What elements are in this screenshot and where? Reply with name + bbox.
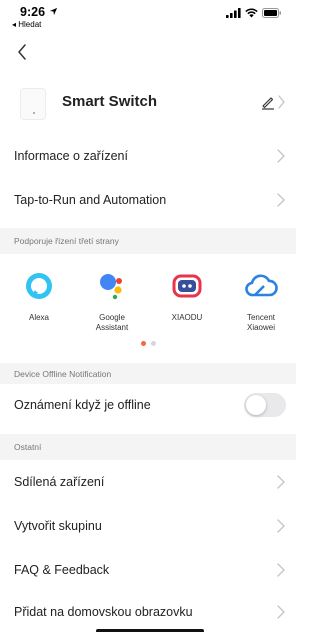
cellular-signal-icon: [226, 8, 241, 18]
section-title: Ostatní: [14, 442, 42, 452]
wifi-icon: [245, 8, 258, 18]
status-bar: 9:26 ◂ Hledat: [0, 0, 296, 34]
assistant-label: Google Assistant: [95, 313, 129, 332]
assistant-xiaodu[interactable]: XIAODU: [152, 269, 222, 323]
chevron-right-icon: [277, 193, 285, 207]
chevron-right-icon: [277, 563, 285, 577]
tencent-xiaowei-icon: [244, 269, 278, 303]
assistant-tencent[interactable]: Tencent Xiaowei: [226, 269, 296, 333]
automation-label: Tap-to-Run and Automation: [14, 193, 167, 207]
location-arrow-icon: [49, 7, 58, 16]
offline-notification-label: Oznámení když je offline: [14, 398, 151, 412]
pager-dot: [151, 341, 156, 346]
assistant-label: Tencent Xiaowei: [246, 313, 276, 332]
alexa-icon: [22, 269, 56, 303]
device-name: Smart Switch: [62, 93, 158, 110]
chevron-right-icon: [277, 519, 285, 533]
section-title: Podporuje řízení třetí strany: [14, 236, 119, 246]
google-assistant-icon: [95, 269, 129, 303]
automation-row[interactable]: Tap-to-Run and Automation: [0, 178, 296, 222]
back-button[interactable]: [10, 40, 34, 64]
create-group-label: Vytvořit skupinu: [14, 519, 102, 533]
section-title: Device Offline Notification: [14, 368, 112, 379]
assistant-google[interactable]: Google Assistant: [77, 269, 147, 333]
assistant-alexa[interactable]: Alexa: [4, 269, 74, 323]
device-thumbnail: [20, 88, 46, 120]
section-header-third-party: Podporuje řízení třetí strany: [0, 228, 296, 254]
status-time: 9:26: [20, 5, 46, 19]
device-info-row[interactable]: Informace o zařízení: [0, 134, 296, 178]
chevron-left-icon: [18, 44, 26, 60]
battery-icon: [262, 8, 281, 18]
offline-notification-toggle[interactable]: [244, 393, 286, 417]
device-header[interactable]: Smart Switch: [0, 80, 296, 134]
faq-feedback-label: FAQ & Feedback: [14, 563, 110, 577]
status-icons: [226, 8, 282, 18]
xiaodu-icon: [170, 269, 204, 303]
create-group-row[interactable]: Vytvořit skupinu: [0, 504, 296, 548]
assistant-label: XIAODU: [171, 313, 203, 322]
assistant-carousel[interactable]: Alexa Google Assistant XIAODU Tencent Xi…: [0, 259, 296, 363]
edit-pencil-icon[interactable]: [260, 94, 276, 110]
assistant-label: Alexa: [28, 313, 49, 322]
chevron-right-icon: [277, 605, 285, 619]
chevron-right-icon: [277, 475, 285, 489]
pager-dot-active: [141, 341, 146, 346]
add-to-home-row[interactable]: Přidat na domovskou obrazovku: [0, 592, 296, 632]
back-to-app-link[interactable]: ◂ Hledat: [12, 20, 41, 29]
shared-devices-row[interactable]: Sdílená zařízení: [0, 460, 296, 504]
shared-devices-label: Sdílená zařízení: [14, 475, 105, 489]
device-info-label: Informace o zařízení: [14, 149, 128, 163]
section-header-offline: Device Offline Notification: [0, 363, 296, 384]
add-to-home-label: Přidat na domovskou obrazovku: [14, 605, 193, 619]
section-header-other: Ostatní: [0, 434, 296, 460]
chevron-right-icon: [278, 95, 285, 109]
faq-feedback-row[interactable]: FAQ & Feedback: [0, 548, 296, 592]
chevron-right-icon: [277, 149, 285, 163]
toggle-knob: [246, 395, 266, 415]
offline-notification-row: Oznámení když je offline: [0, 384, 296, 426]
carousel-pager: [141, 341, 156, 346]
